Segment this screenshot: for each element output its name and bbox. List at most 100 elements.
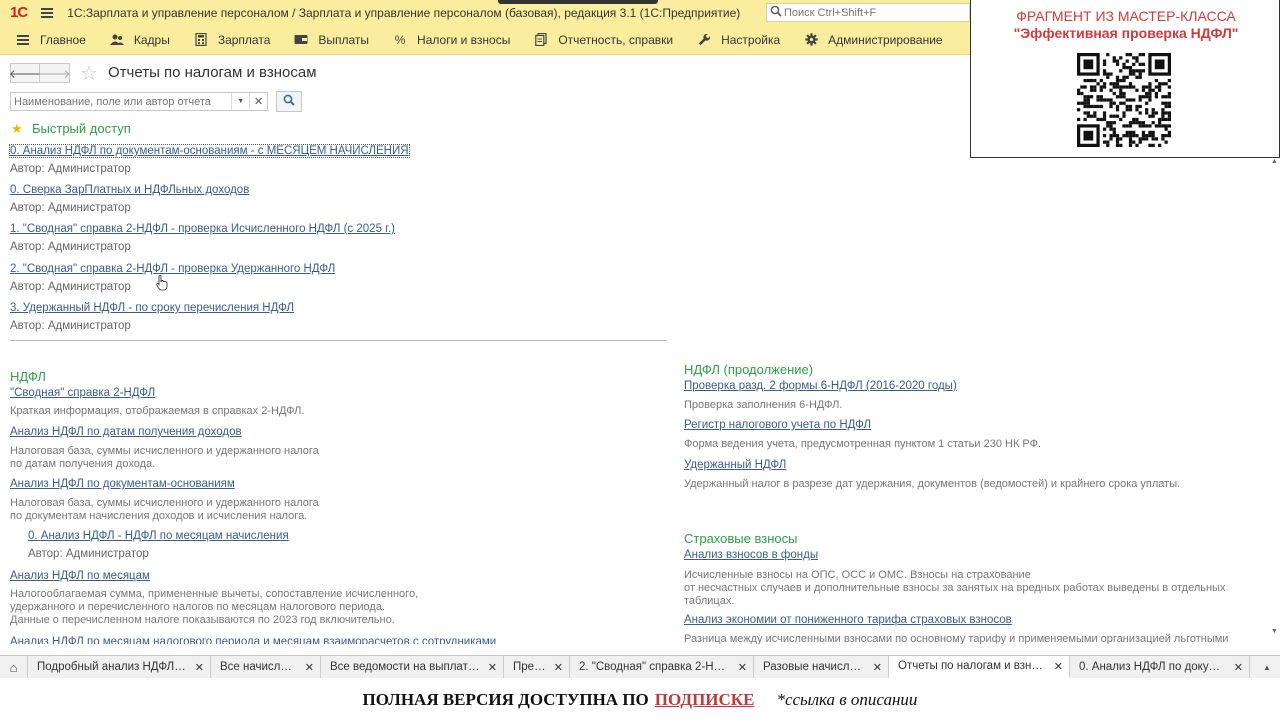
window-title: 1С:Зарплата и управление персоналом / За… [67,5,741,20]
report-link[interactable]: Анализ НДФЛ по датам получения доходов [10,426,242,438]
window-tab[interactable]: Все начисления ✕ [211,656,321,678]
tab-label: Премии [513,661,546,673]
qr-code[interactable] [1077,53,1171,147]
search-icon [770,5,784,20]
scroll-down-icon[interactable]: ▼ [1271,628,1278,635]
search-icon [283,94,295,109]
search-button[interactable] [276,91,302,112]
report-search-input[interactable] [11,93,232,110]
tab-label: Разовые начисления [763,661,865,673]
report-link[interactable]: Удержанный НДФЛ [684,459,786,471]
scroll-up-icon[interactable]: ▲ [1271,158,1278,165]
window-tab[interactable]: 2. "Сводная" справка 2-НД... ✕ [570,656,754,678]
menu-item-main[interactable]: Главное [16,33,86,47]
close-icon[interactable]: ✕ [1234,661,1243,674]
report-description: Налогооблагаемая сумма, примененные выче… [10,588,419,600]
documents-icon [534,33,548,47]
report-description: Удержанный налог в разрезе дат удержания… [684,478,1181,490]
report-link[interactable]: Проверка разд. 2 формы 6-НДФЛ (2016-2020… [684,380,957,392]
subscription-link[interactable]: ПОДПИСКЕ [655,690,755,710]
menu-item-salary[interactable]: Зарплата [194,32,271,47]
window-tab[interactable]: Подробный анализ НДФЛ п... ✕ [28,656,211,678]
menu-item-payments[interactable]: Выплаты [294,33,369,47]
close-icon[interactable]: ✕ [195,661,204,674]
history-nav: 🡐 🡒 [8,63,71,83]
close-icon[interactable]: ✕ [1054,660,1063,673]
report-description: Налоговая база, суммы исчисленного и уде… [10,497,319,509]
report-link[interactable]: "Сводная" справка 2-НДФЛ [10,387,155,399]
gear-icon [804,33,818,47]
tab-label: Все начисления [220,661,297,673]
window-tab[interactable]: Все ведомости на выплату ... ✕ [321,656,504,678]
open-windows-bar: ⌂ Подробный анализ НДФЛ п... ✕ Все начисл… [0,655,1280,678]
close-icon[interactable]: ✕ [488,661,497,674]
tab-label: Подробный анализ НДФЛ п... [37,661,187,673]
quick-report-link[interactable]: 0. Сверка ЗарПлатных и НДФЛьных доходов [10,184,249,196]
report-link[interactable]: Анализ взносов в фонды [684,549,818,561]
favorite-star-icon[interactable]: ☆ [80,61,98,86]
section-divider [10,340,667,341]
menu-item-reporting[interactable]: Отчетность, справки [534,33,673,47]
home-icon: ⌂ [9,659,18,675]
window-tab[interactable]: Разовые начисления ✕ [754,656,889,678]
menu-item-administration[interactable]: Администрирование [804,33,943,47]
menu-item-personnel[interactable]: Кадры [109,32,170,47]
main-menu-icon[interactable] [41,7,54,18]
quick-access-title: Быстрый доступ [32,121,131,136]
subscription-banner: ПОЛНАЯ ВЕРСИЯ ДОСТУПНА ПО ПОДПИСКЕ *ссыл… [0,680,1280,720]
report-description: Исчисленные взносы на ОПС, ОСС и ОМС. Вз… [684,569,1031,581]
report-link[interactable]: Анализ НДФЛ по документам-основаниям [10,478,235,490]
report-description: Налоговая база, суммы исчисленного и уде… [10,445,319,457]
banner-text: ПОЛНАЯ ВЕРСИЯ ДОСТУПНА ПО [362,690,649,709]
back-button[interactable]: 🡐 [8,63,42,83]
clipped-row: Разница между исчисленными взносами по о… [684,633,1264,644]
report-author: Автор: Администратор [28,548,149,560]
global-search[interactable] [766,3,970,22]
section-title-ndfl: НДФЛ [10,369,46,384]
window-tab-active[interactable]: Отчеты по налогам и взносам ✕ [889,656,1070,678]
quick-report-link[interactable]: 3. Удержанный НДФЛ - по сроку перечислен… [10,302,294,314]
quick-report-link[interactable]: 2. "Сводная" справка 2-НДФЛ - проверка У… [10,263,335,275]
section-title-ndfl-continued: НДФЛ (продолжение) [684,362,814,377]
dropdown-arrow-icon[interactable]: ▼ [231,93,249,110]
tab-label: Все ведомости на выплату ... [330,661,480,673]
wrench-icon [697,33,711,47]
report-description: Разница между исчисленными взносами по о… [684,633,1229,644]
report-description: удержанного и перечисленного налогов по … [10,601,386,613]
report-description: по датам получения дохода. [10,458,156,470]
menu-item-taxes[interactable]: % Налоги и взносы [393,33,511,47]
clear-icon[interactable]: ✕ [249,93,267,110]
menu-item-label: Кадры [133,32,170,47]
vertical-scrollbar[interactable]: ▲ ▼ [1268,158,1280,648]
report-description: Форма ведения учета, предусмотренная пун… [684,438,1042,450]
tabs-menu-icon[interactable]: ▲ [1254,656,1280,678]
forward-button[interactable]: 🡒 [38,63,71,83]
home-tab[interactable]: ⌂ [0,656,28,678]
page-title: Отчеты по налогам и взносам [108,64,317,81]
report-author: Автор: Администратор [10,202,131,214]
close-icon[interactable]: ✕ [554,661,563,674]
quick-report-link[interactable]: 1. "Сводная" справка 2-НДФЛ - проверка И… [10,223,395,235]
promo-course-title: "Эффективная проверка НДФЛ" [1013,25,1239,41]
menu-item-label: Главное [40,32,86,47]
report-link[interactable]: Анализ НДФЛ по месяцам налогового период… [10,636,496,644]
quick-report-link[interactable]: 0. Анализ НДФЛ по документам-основаниям … [9,144,410,158]
report-link[interactable]: Анализ НДФЛ по месяцам [10,570,150,582]
report-link[interactable]: Анализ экономии от пониженного тарифа ст… [684,614,1012,626]
arrow-left-icon: 🡐 [8,66,42,81]
window-tab[interactable]: Премии ✕ [504,656,570,678]
global-search-input[interactable] [784,6,964,19]
report-author: Автор: Администратор [10,320,131,332]
menu-item-label: Выплаты [318,32,370,47]
tab-label: 0. Анализ НДФЛ по докумен... [1079,661,1226,673]
close-icon[interactable]: ✕ [305,661,314,674]
menu-item-settings[interactable]: Настройка [697,33,780,47]
user-report-link[interactable]: 0. Анализ НДФЛ - НДФЛ по месяцам начисле… [28,530,289,542]
menu-lines-icon [16,33,30,47]
close-icon[interactable]: ✕ [873,661,882,674]
menu-item-label: Зарплата [217,32,271,47]
report-description: Проверка заполнения 6-НДФЛ. [684,399,843,411]
window-tab[interactable]: 0. Анализ НДФЛ по докумен... ✕ [1070,656,1250,678]
report-link[interactable]: Регистр налогового учета по НДФЛ [684,419,871,431]
close-icon[interactable]: ✕ [738,661,747,674]
